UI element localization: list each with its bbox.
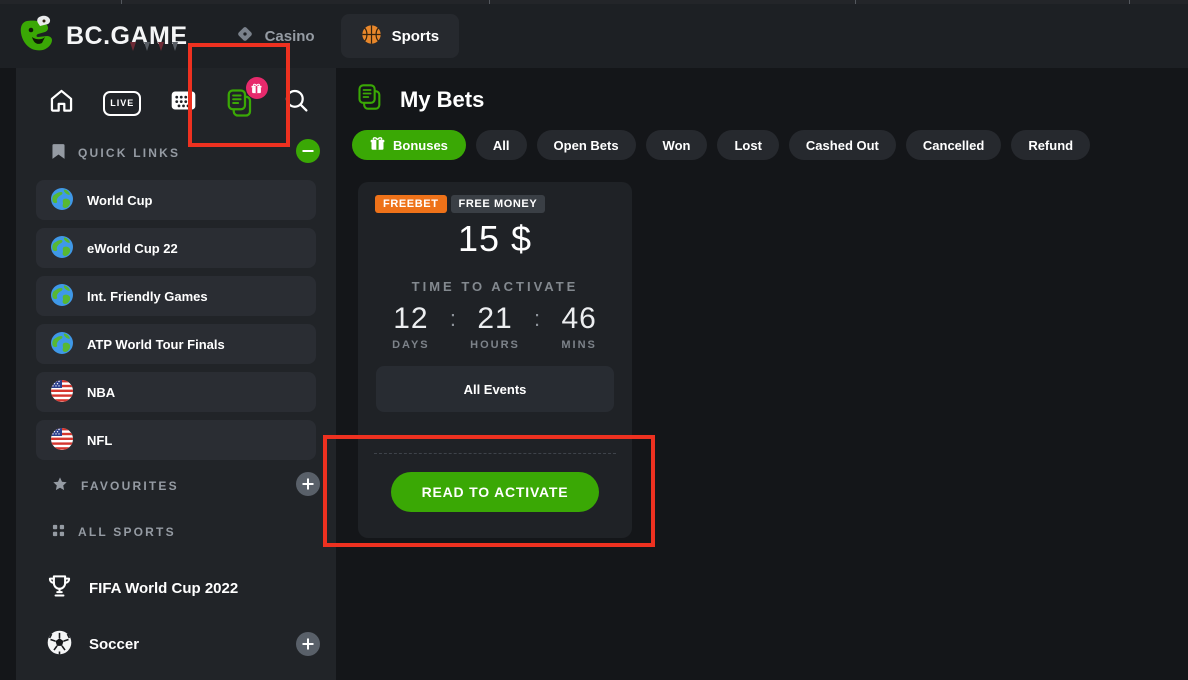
trophy-icon bbox=[46, 573, 73, 604]
soccer-ball-icon bbox=[46, 629, 73, 660]
bet-filter-tabs: Bonuses All Open Bets Won Lost Cashed Ou… bbox=[352, 130, 1090, 160]
nav-tab-sports[interactable]: Sports bbox=[341, 14, 460, 58]
sidebar-item-soccer[interactable]: Soccer bbox=[46, 628, 139, 660]
nav-casino-label: Casino bbox=[265, 28, 315, 45]
filter-tab-all[interactable]: All bbox=[476, 130, 527, 160]
filter-label: Refund bbox=[1028, 138, 1073, 153]
filter-tab-cancelled[interactable]: Cancelled bbox=[906, 130, 1001, 160]
my-bets-title-icon bbox=[356, 83, 384, 116]
annotation-rect-my-bets-icon bbox=[188, 43, 290, 147]
filter-tab-lost[interactable]: Lost bbox=[717, 130, 778, 160]
filter-tab-cashed-out[interactable]: Cashed Out bbox=[789, 130, 896, 160]
filter-label: Cancelled bbox=[923, 138, 984, 153]
timer-title: TIME TO ACTIVATE bbox=[358, 279, 632, 294]
sidebar-item-atp-world-tour-finals[interactable]: ATP World Tour Finals bbox=[36, 324, 316, 364]
quick-links-list: World Cup eWorld Cup 22 Int. Friendly Ga… bbox=[36, 180, 316, 460]
all-events-button[interactable]: All Events bbox=[376, 366, 614, 412]
globe-icon bbox=[50, 235, 74, 262]
all-sports-title: ALL SPORTS bbox=[78, 525, 176, 539]
all-events-label: All Events bbox=[464, 382, 527, 397]
live-label: LIVE bbox=[110, 98, 134, 108]
globe-icon bbox=[50, 331, 74, 358]
page-title-text: My Bets bbox=[400, 87, 484, 113]
brand-logo[interactable]: BC.GAME bbox=[18, 14, 188, 59]
bonus-amount: 15 $ bbox=[358, 218, 632, 260]
globe-icon bbox=[50, 283, 74, 310]
freebet-badge: FREEBET bbox=[375, 195, 447, 213]
colon-separator: : bbox=[534, 302, 540, 332]
pennants-decoration bbox=[128, 31, 186, 60]
us-flag-icon bbox=[50, 427, 74, 454]
home-icon[interactable] bbox=[48, 87, 75, 119]
sidebar-item-label: ATP World Tour Finals bbox=[87, 337, 225, 352]
days-label: DAYS bbox=[378, 339, 444, 351]
hours-label: HOURS bbox=[462, 339, 528, 351]
days-value: 12 bbox=[378, 302, 444, 336]
add-favourite-button[interactable] bbox=[296, 472, 320, 496]
sidebar-item-eworld-cup-22[interactable]: eWorld Cup 22 bbox=[36, 228, 316, 268]
live-events-icon[interactable]: LIVE bbox=[103, 91, 141, 116]
star-icon bbox=[52, 476, 68, 495]
filter-label: Won bbox=[663, 138, 691, 153]
filter-tab-bonuses[interactable]: Bonuses bbox=[352, 130, 466, 160]
bonus-badges: FREEBET FREE MONEY bbox=[375, 195, 545, 213]
filter-tab-refund[interactable]: Refund bbox=[1011, 130, 1090, 160]
filter-label: Lost bbox=[734, 138, 761, 153]
activation-countdown: 12 DAYS : 21 HOURS : 46 MINS bbox=[358, 302, 632, 351]
sidebar-item-label: Int. Friendly Games bbox=[87, 289, 208, 304]
all-sports-header: ALL SPORTS bbox=[52, 524, 176, 540]
sidebar-item-nba[interactable]: NBA bbox=[36, 372, 316, 412]
brand-name: BC.GAME bbox=[66, 22, 188, 51]
globe-icon bbox=[50, 187, 74, 214]
filter-label: All bbox=[493, 138, 510, 153]
mins-value: 46 bbox=[546, 302, 612, 336]
free-money-badge: FREE MONEY bbox=[451, 195, 546, 213]
hours-value: 21 bbox=[462, 302, 528, 336]
filter-label: Open Bets bbox=[554, 138, 619, 153]
sidebar-item-label: Soccer bbox=[89, 636, 139, 653]
collapse-quick-links-button[interactable] bbox=[296, 139, 320, 163]
app-window: BC.GAME Casino bbox=[0, 0, 1188, 680]
sidebar-item-nfl[interactable]: NFL bbox=[36, 420, 316, 460]
grid-icon bbox=[52, 524, 65, 540]
page-title: My Bets bbox=[356, 83, 484, 116]
countdown-days: 12 DAYS bbox=[378, 302, 444, 351]
bcgame-beast-icon bbox=[18, 14, 58, 59]
filter-label: Cashed Out bbox=[806, 138, 879, 153]
top-navbar: BC.GAME Casino bbox=[0, 4, 1188, 68]
sidebar: LIVE bbox=[16, 68, 336, 680]
sidebar-item-label: NFL bbox=[87, 433, 112, 448]
us-flag-icon bbox=[50, 379, 74, 406]
basketball-icon bbox=[361, 24, 382, 49]
sidebar-item-label: World Cup bbox=[87, 193, 152, 208]
sidebar-item-label: FIFA World Cup 2022 bbox=[89, 580, 238, 597]
countdown-hours: 21 HOURS bbox=[462, 302, 528, 351]
mins-label: MINS bbox=[546, 339, 612, 351]
filter-tab-open-bets[interactable]: Open Bets bbox=[537, 130, 636, 160]
quick-links-header: QUICK LINKS bbox=[52, 144, 180, 162]
sidebar-item-label: eWorld Cup 22 bbox=[87, 241, 178, 256]
sidebar-item-world-cup[interactable]: World Cup bbox=[36, 180, 316, 220]
filter-tab-won[interactable]: Won bbox=[646, 130, 708, 160]
favourites-title: FAVOURITES bbox=[81, 479, 179, 493]
filter-label: Bonuses bbox=[393, 138, 448, 153]
sidebar-item-label: NBA bbox=[87, 385, 115, 400]
quick-links-title: QUICK LINKS bbox=[78, 146, 180, 160]
favourites-header: FAVOURITES bbox=[52, 476, 179, 495]
gift-icon bbox=[370, 136, 385, 154]
nav-sports-label: Sports bbox=[392, 28, 440, 45]
sidebar-item-int-friendly-games[interactable]: Int. Friendly Games bbox=[36, 276, 316, 316]
sidebar-item-fifa-world-cup-2022[interactable]: FIFA World Cup 2022 bbox=[46, 572, 238, 604]
countdown-mins: 46 MINS bbox=[546, 302, 612, 351]
colon-separator: : bbox=[450, 302, 456, 332]
annotation-rect-activate-button bbox=[323, 435, 655, 547]
bookmark-icon bbox=[52, 144, 65, 162]
add-soccer-button[interactable] bbox=[296, 632, 320, 656]
